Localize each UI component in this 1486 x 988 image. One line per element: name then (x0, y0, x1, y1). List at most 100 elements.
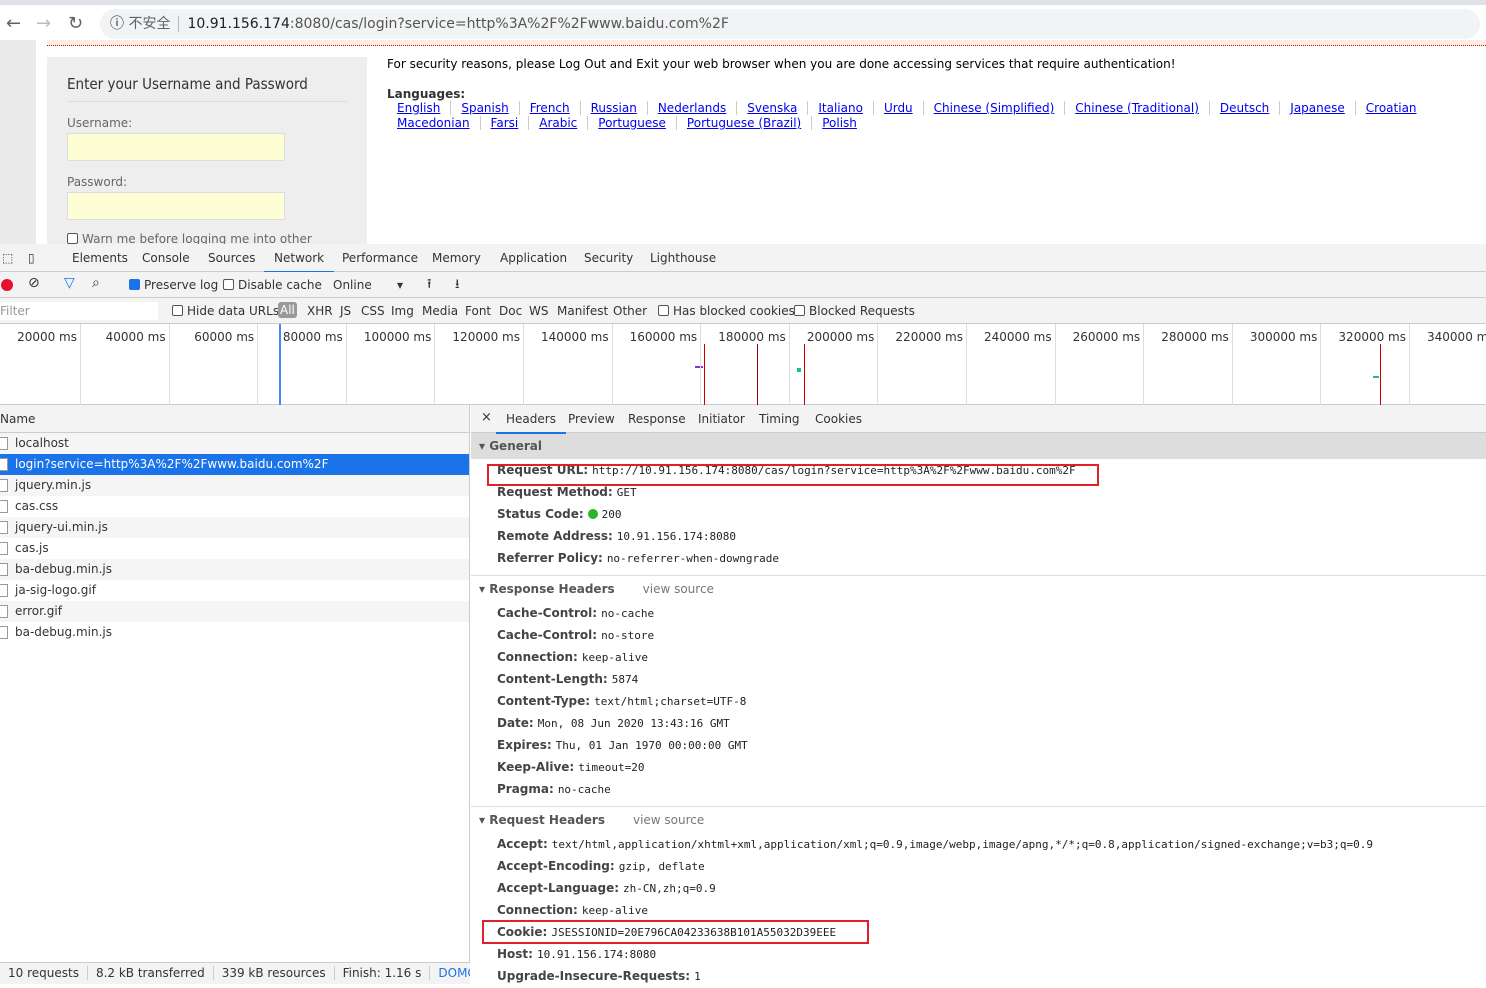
response-headers-section-header[interactable]: ▾ Response Headers view source (471, 576, 1486, 602)
highlight-box (482, 920, 869, 944)
language-link[interactable]: Nederlands (646, 101, 737, 115)
language-link[interactable]: Farsi (479, 116, 529, 130)
filter-type-xhr[interactable]: XHR (307, 304, 333, 318)
hide-data-urls-checkbox[interactable]: Hide data URLs (172, 304, 279, 318)
detail-tab-cookies[interactable]: Cookies (815, 412, 862, 426)
request-row[interactable]: jquery.min.js (0, 475, 469, 496)
filter-type-font[interactable]: Font (465, 304, 491, 318)
inspect-icon[interactable]: ⬚ (2, 251, 13, 265)
header-value: no-referrer-when-downgrade (606, 552, 779, 565)
file-icon (0, 521, 8, 534)
tab-elements[interactable]: Elements (72, 251, 128, 265)
filter-type-img[interactable]: Img (391, 304, 414, 318)
request-row[interactable]: login?service=http%3A%2F%2Fwww.baidu.com… (0, 454, 469, 475)
forward-icon[interactable]: → (36, 13, 51, 34)
password-input[interactable] (67, 192, 285, 220)
throttle-select[interactable]: Online ▾ (333, 278, 403, 292)
language-link[interactable]: Croatian (1354, 101, 1427, 115)
view-source-link[interactable]: view source (633, 813, 704, 827)
header-value: gzip, deflate (618, 860, 705, 873)
request-name: jquery-ui.min.js (15, 520, 108, 534)
tab-security[interactable]: Security (584, 251, 633, 265)
request-row[interactable]: jquery-ui.min.js (0, 517, 469, 538)
insecure-label: 不安全 (128, 16, 180, 32)
close-icon[interactable]: × (481, 410, 492, 425)
network-timeline[interactable]: 20000 ms 40000 ms 60000 ms 80000 ms 100000 m… (0, 324, 1486, 405)
blocked-requests-checkbox[interactable]: Blocked Requests (794, 304, 915, 318)
info-icon[interactable]: ⓘ (110, 16, 124, 32)
languages: Languages: English Spanish French Russian Ne… (387, 87, 1427, 131)
tab-lighthouse[interactable]: Lighthouse (650, 251, 716, 265)
language-link[interactable]: French (518, 101, 580, 115)
filter-type-ws[interactable]: WS (529, 304, 548, 318)
detail-tab-response[interactable]: Response (628, 412, 686, 426)
language-link[interactable]: Spanish (450, 101, 519, 115)
tab-console[interactable]: Console (142, 251, 190, 265)
detail-tab-timing[interactable]: Timing (759, 412, 800, 426)
language-link[interactable]: Arabic (528, 116, 588, 130)
language-link[interactable]: Italiano (807, 101, 873, 115)
header-name: Connection: (497, 903, 578, 917)
reload-icon[interactable]: ↻ (68, 13, 83, 34)
language-link[interactable]: Deutsch (1208, 101, 1280, 115)
language-link[interactable]: Svenska (736, 101, 808, 115)
language-link[interactable]: Chinese (Simplified) (922, 101, 1065, 115)
header-row: Cache-Control: no-store (471, 624, 1486, 646)
language-link[interactable]: Chinese (Traditional) (1064, 101, 1209, 115)
device-toolbar-icon[interactable]: ▯ (28, 251, 35, 265)
request-row[interactable]: localhost (0, 433, 469, 454)
filter-type-css[interactable]: CSS (361, 304, 385, 318)
filter-type-all[interactable]: All (278, 302, 297, 318)
import-har-icon[interactable]: ⭱ (427, 275, 432, 297)
resources: 339 kB resources (213, 966, 335, 980)
filter-type-manifest[interactable]: Manifest (557, 304, 608, 318)
status-bar: 10 requests 8.2 kB transferred 339 kB reso… (0, 962, 470, 984)
language-link[interactable]: English (397, 101, 450, 115)
address-bar[interactable]: ⓘ 不安全 10.91.156.174:8080/cas/login?servic… (100, 9, 1480, 39)
username-input[interactable] (67, 133, 285, 161)
request-row[interactable]: error.gif (0, 601, 469, 622)
request-row[interactable]: ja-sig-logo.gif (0, 580, 469, 601)
header-value: no-cache (557, 783, 611, 796)
search-icon[interactable]: ⌕ (92, 275, 100, 291)
language-link[interactable]: Russian (579, 101, 647, 115)
has-blocked-cookies-checkbox[interactable]: Has blocked cookies (658, 304, 795, 318)
request-row[interactable]: cas.js (0, 538, 469, 559)
tab-sources[interactable]: Sources (208, 251, 255, 265)
tab-network[interactable]: Network (264, 251, 335, 273)
preserve-log-checkbox[interactable]: Preserve log (129, 278, 218, 292)
request-row[interactable]: cas.css (0, 496, 469, 517)
request-headers-section-header[interactable]: ▾ Request Headers view source (471, 807, 1486, 833)
view-source-link[interactable]: view source (643, 582, 714, 596)
filter-icon[interactable]: ▽ (64, 275, 75, 291)
language-link[interactable]: Polish (811, 116, 867, 130)
detail-tab-preview[interactable]: Preview (568, 412, 615, 426)
filter-type-js[interactable]: JS (340, 304, 351, 318)
detail-tab-headers[interactable]: Headers (496, 412, 566, 434)
filter-input[interactable]: Filter (0, 302, 158, 320)
language-link[interactable]: Portuguese (Brazil) (675, 116, 812, 130)
filter-type-doc[interactable]: Doc (499, 304, 522, 318)
request-row[interactable]: ba-debug.min.js (0, 622, 469, 643)
tab-performance[interactable]: Performance (342, 251, 418, 265)
tab-application[interactable]: Application (500, 251, 567, 265)
language-link[interactable]: Japanese (1279, 101, 1355, 115)
warn-checkbox[interactable] (67, 233, 78, 244)
detail-tab-initiator[interactable]: Initiator (698, 412, 745, 426)
filter-type-media[interactable]: Media (422, 304, 458, 318)
export-har-icon[interactable]: ⭳ (455, 275, 460, 297)
disable-cache-checkbox[interactable]: Disable cache (223, 278, 322, 292)
name-column-header[interactable]: Name (0, 405, 469, 433)
request-row[interactable]: ba-debug.min.js (0, 559, 469, 580)
language-link[interactable]: Macedonian (397, 116, 480, 130)
record-icon[interactable] (1, 279, 13, 291)
general-section-header[interactable]: ▾ General (471, 433, 1486, 459)
browser-toolbar: ← → ↻ ⓘ 不安全 10.91.156.174:8080/cas/login?… (0, 0, 1486, 40)
header-name: Connection: (497, 650, 578, 664)
language-link[interactable]: Urdu (872, 101, 923, 115)
tab-memory[interactable]: Memory (432, 251, 481, 265)
filter-type-other[interactable]: Other (613, 304, 647, 318)
back-icon[interactable]: ← (6, 13, 21, 34)
language-link[interactable]: Portuguese (587, 116, 676, 130)
clear-icon[interactable]: ⊘ (28, 275, 40, 291)
